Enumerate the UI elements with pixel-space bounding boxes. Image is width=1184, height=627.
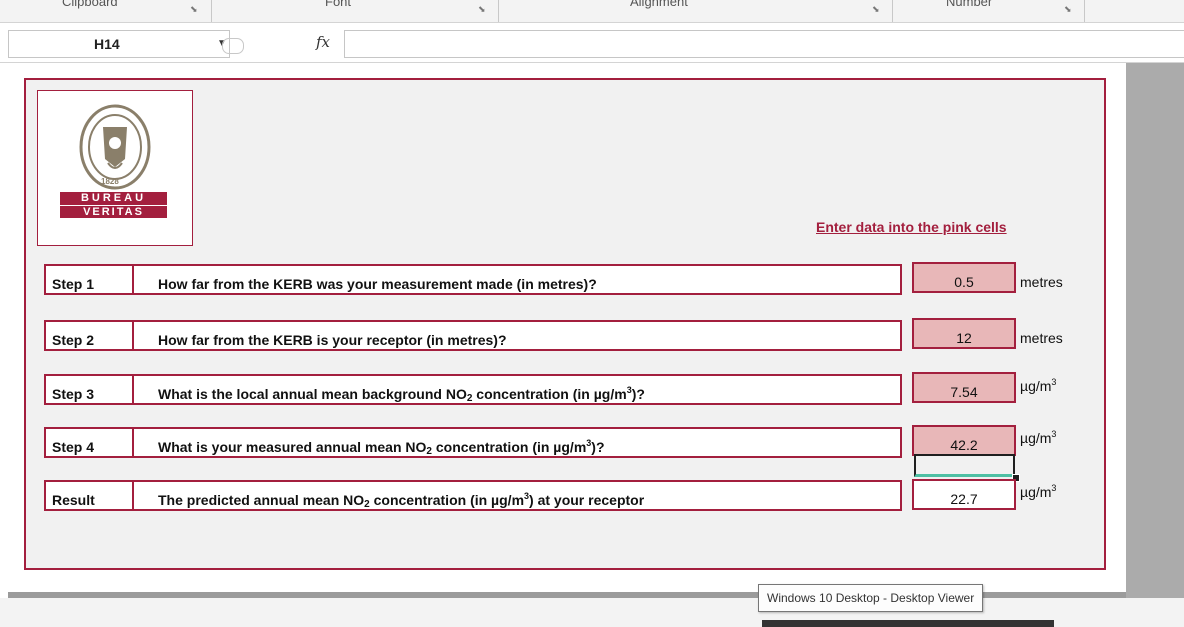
result-label: Result <box>44 480 134 511</box>
ribbon-separator <box>892 0 893 22</box>
workspace-background <box>1126 63 1184 603</box>
ribbon-separator <box>1084 0 1085 22</box>
step-4-question: What is your measured annual mean NO2 co… <box>132 427 902 458</box>
ribbon-group-font: Font <box>325 0 352 9</box>
taskbar-fragment <box>762 620 1054 627</box>
result-question-part: The predicted annual mean NO <box>158 492 365 508</box>
ribbon-separator <box>211 0 212 22</box>
number-launcher-icon[interactable]: ⬊ <box>1064 4 1072 15</box>
step-3-label: Step 3 <box>44 374 134 405</box>
logo-year: 1828 <box>101 177 119 186</box>
step-2-input[interactable]: 12 <box>912 318 1016 349</box>
step-3-question: What is the local annual mean background… <box>132 374 902 405</box>
step-4-label: Step 4 <box>44 427 134 458</box>
result-question-part: concentration (in µg/m <box>369 492 525 508</box>
instruction-text: Enter data into the pink cells <box>816 219 1007 235</box>
result-value: 22.7 <box>912 479 1016 510</box>
formula-bar-resize-handle[interactable] <box>222 38 244 54</box>
step-3-input[interactable]: 7.54 <box>912 372 1016 403</box>
bureau-veritas-logo: 1828 BUREAU VERITAS <box>37 90 193 246</box>
step-3-unit-base: µg/m <box>1020 378 1052 394</box>
ribbon-group-alignment: Alignment <box>630 0 688 9</box>
step-3-question-part: What is the local annual mean background… <box>158 386 467 402</box>
step-4-question-part: )? <box>591 439 605 455</box>
step-4-unit-base: µg/m <box>1020 430 1052 446</box>
desktop-viewer-tooltip: Windows 10 Desktop - Desktop Viewer <box>758 584 984 612</box>
result-unit-superscript: 3 <box>1051 483 1057 493</box>
step-4-input[interactable]: 42.2 <box>912 425 1016 456</box>
ribbon-group-clipboard: Clipboard <box>62 0 118 9</box>
ribbon-group-labels: Clipboard ⬊ Font ⬊ Alignment ⬊ Number ⬊ <box>0 0 1184 23</box>
result-unit: µg/m3 <box>1020 483 1057 501</box>
selected-cell-h14[interactable] <box>914 454 1015 477</box>
step-3-question-part: concentration (in µg/m <box>472 386 627 402</box>
step-4-unit-superscript: 3 <box>1051 429 1057 439</box>
alignment-launcher-icon[interactable]: ⬊ <box>872 4 880 15</box>
ribbon-separator <box>498 0 499 22</box>
step-4-unit: µg/m3 <box>1020 429 1057 447</box>
name-box-value: H14 <box>94 36 120 52</box>
font-launcher-icon[interactable]: ⬊ <box>478 4 486 15</box>
insert-function-icon[interactable]: fx <box>316 33 330 51</box>
result-question-part: ) at your receptor <box>529 492 645 508</box>
clipboard-launcher-icon[interactable]: ⬊ <box>190 4 198 15</box>
step-3-question-part: )? <box>631 386 645 402</box>
step-4-question-part: concentration (in µg/m <box>431 439 587 455</box>
step-2-unit: metres <box>1020 330 1063 346</box>
step-1-label: Step 1 <box>44 264 134 295</box>
logo-line-bureau: BUREAU <box>60 192 167 205</box>
step-3-unit-superscript: 3 <box>1051 377 1057 387</box>
step-2-question: How far from the KERB is your receptor (… <box>132 320 902 351</box>
ribbon-group-number: Number <box>946 0 993 9</box>
step-4-question-part: What is your measured annual mean NO <box>158 439 427 455</box>
logo-line-veritas: VERITAS <box>60 206 167 218</box>
formula-input[interactable] <box>344 30 1184 58</box>
result-unit-base: µg/m <box>1020 484 1052 500</box>
result-question: The predicted annual mean NO2 concentrat… <box>132 480 902 511</box>
step-1-question: How far from the KERB was your measureme… <box>132 264 902 295</box>
name-box[interactable]: H14 ▼ <box>8 30 230 58</box>
step-1-input[interactable]: 0.5 <box>912 262 1016 293</box>
step-2-label: Step 2 <box>44 320 134 351</box>
step-3-unit: µg/m3 <box>1020 377 1057 395</box>
formula-bar: H14 ▼ fx <box>0 24 1184 63</box>
step-1-unit: metres <box>1020 274 1063 290</box>
